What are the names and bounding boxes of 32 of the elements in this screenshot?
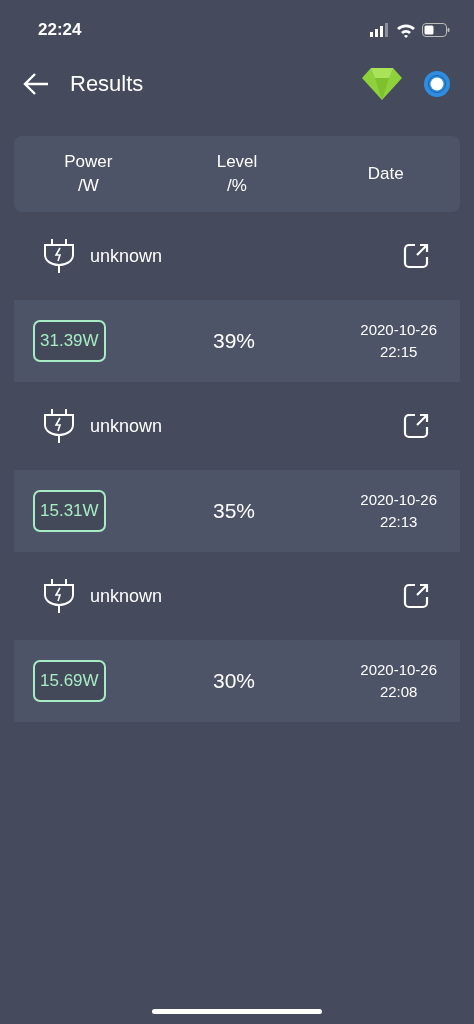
battery-icon [422, 23, 450, 37]
result-time: 22:15 [379, 342, 418, 362]
signal-icon [370, 23, 390, 37]
page-title: Results [70, 71, 145, 97]
power-badge: 31.39W [33, 320, 106, 362]
level-value: 35% [212, 499, 255, 523]
device-name: unknown [90, 415, 164, 437]
share-icon[interactable] [402, 582, 430, 610]
device-name: unknown [90, 585, 164, 607]
result-time: 22:08 [379, 682, 418, 702]
result-date: 2020-10-26 [360, 320, 438, 341]
column-header: Date [367, 162, 404, 185]
level-value: 39% [212, 329, 255, 353]
power-badge: 15.31W [33, 490, 106, 532]
column-header: /W [77, 175, 99, 197]
plug-icon [42, 408, 76, 444]
level-value: 30% [212, 669, 255, 693]
wifi-icon [396, 22, 416, 38]
plug-icon [42, 578, 76, 614]
share-icon[interactable] [402, 412, 430, 440]
device-name: unknown [90, 245, 164, 267]
result-date: 2020-10-26 [360, 660, 438, 681]
result-date: 2020-10-26 [360, 490, 438, 511]
plug-icon [42, 238, 76, 274]
column-header: Level [216, 150, 258, 173]
diamond-icon[interactable] [362, 68, 402, 100]
power-badge: 15.69W [33, 660, 106, 702]
column-header: Power [64, 150, 113, 173]
share-icon[interactable] [402, 242, 430, 270]
column-header: /% [227, 175, 247, 197]
result-time: 22:13 [379, 512, 418, 532]
status-time: 22:24 [38, 20, 82, 40]
